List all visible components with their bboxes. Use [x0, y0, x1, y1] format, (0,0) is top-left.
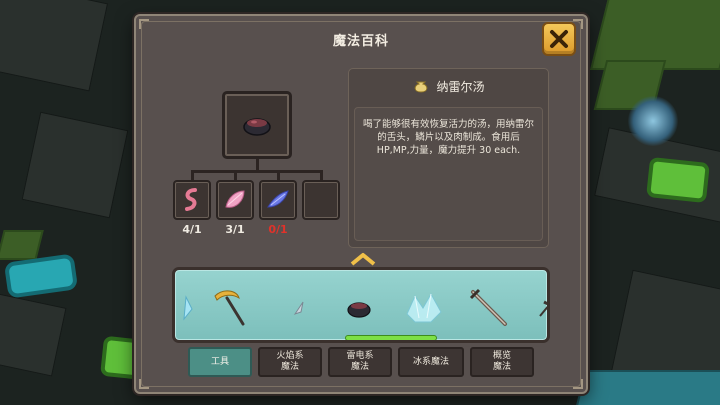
long-sword-icon: [469, 288, 507, 326]
description-box: 纳雷尔汤 喝了能够很有效恢复活力的汤，用纳雷尔的舌头，鳞片以及肉制成。食用后 H…: [348, 68, 549, 248]
ingredient-slot[interactable]: [173, 180, 211, 220]
pouch-icon: [415, 81, 428, 93]
ingredient-slot[interactable]: [216, 180, 254, 220]
tab-fire-magic[interactable]: 火焰系 魔法: [258, 347, 322, 377]
frame-corner: [139, 19, 149, 29]
strip-item[interactable]: [175, 286, 201, 330]
ingredient-slot-empty[interactable]: [302, 180, 340, 220]
pink-feather-scale-icon: [225, 190, 245, 208]
grass-tile: [0, 230, 44, 260]
glowing-pad: [646, 156, 710, 204]
water-tile: [575, 370, 720, 405]
meat-stew-pot-icon: [347, 302, 371, 318]
frame-corner: [573, 379, 583, 389]
tab-overview-magic[interactable]: 概览 魔法: [470, 347, 534, 377]
tab-tools[interactable]: 工具: [188, 347, 252, 377]
rock-block: [21, 111, 129, 219]
ingredient-count: 0/1: [268, 223, 288, 236]
result-slot[interactable]: [222, 91, 292, 159]
close-button[interactable]: [542, 22, 576, 56]
meat-stew-pot-icon: [243, 118, 271, 136]
small-blade-icon: [293, 301, 304, 315]
glowing-pad: [3, 253, 79, 299]
ice-shard-icon: [183, 295, 193, 321]
frame-corner: [139, 379, 149, 389]
strip-item[interactable]: [465, 286, 515, 330]
ingredient-slot[interactable]: [259, 180, 297, 220]
category-tabs: 工具 火焰系 魔法 雷电系 魔法 冰系魔法 概览 魔法: [188, 347, 534, 377]
ingredient-count: 3/1: [225, 223, 245, 236]
strip-item[interactable]: [339, 286, 379, 330]
rock-block: [0, 293, 67, 377]
pickaxe-icon: [539, 300, 547, 317]
tab-ice-magic[interactable]: 冰系魔法: [398, 347, 464, 377]
strip-item[interactable]: [531, 286, 547, 330]
encyclopedia-panel: 魔法百科 4/1 3/1 0/1 纳雷尔汤 喝了能够很有效恢复活力的汤，用纳雷尔…: [134, 14, 588, 394]
strip-item[interactable]: [209, 286, 249, 330]
tongue-icon: [185, 188, 197, 211]
panel-title: 魔法百科: [332, 34, 389, 49]
close-icon: [550, 30, 568, 48]
chevron-up-icon[interactable]: [350, 252, 376, 266]
magic-orb: [628, 96, 678, 146]
strip-item[interactable]: [279, 286, 319, 330]
rock-block: [0, 0, 109, 92]
tab-thunder-magic[interactable]: 雷电系 魔法: [328, 347, 392, 377]
strip-scrollbar[interactable]: [345, 335, 437, 340]
ice-crystal-cluster-icon: [406, 292, 442, 323]
ingredient-count: 4/1: [182, 223, 202, 236]
item-description: 喝了能够很有效恢复活力的汤，用纳雷尔的舌头，鳞片以及肉制成。食用后 HP,MP,…: [354, 107, 543, 241]
golden-crescent-staff-icon: [214, 290, 245, 326]
blue-crystal-shard-icon: [267, 190, 289, 208]
strip-item[interactable]: [399, 286, 449, 330]
item-strip[interactable]: [172, 267, 550, 343]
item-name: 纳雷尔汤: [436, 79, 485, 94]
item-header: 纳雷尔汤: [349, 69, 548, 103]
recipe-tree: 4/1 3/1 0/1: [172, 66, 352, 256]
